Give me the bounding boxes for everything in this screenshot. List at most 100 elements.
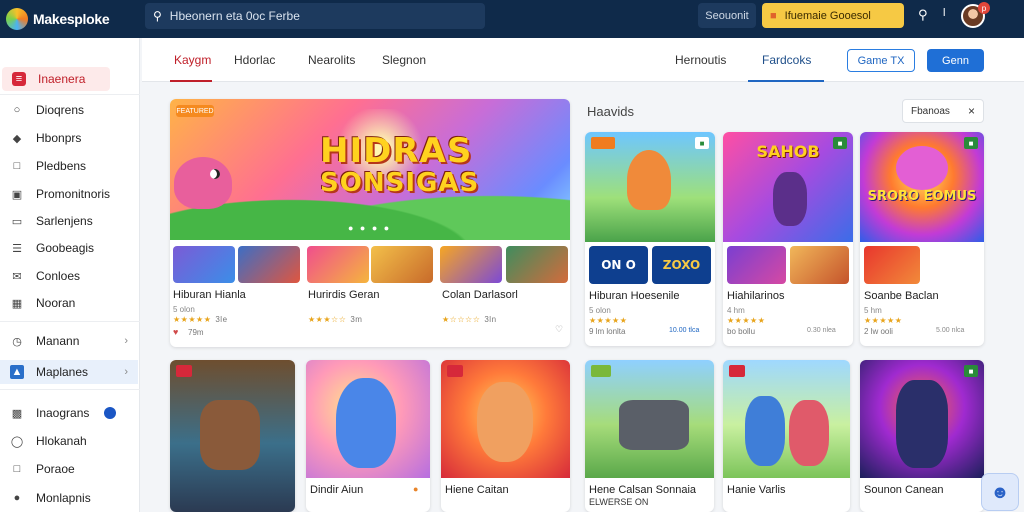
section-title: Haavids [587,104,634,119]
card-rating: ★★★★★ [727,316,766,325]
notification-badge: p [978,2,990,14]
sidebar-item-label: Maplanes [36,365,89,379]
sidebar-item-11[interactable]: ▩ Inaograns [0,401,138,425]
card-chip-left: ON O [589,246,648,284]
tab-0[interactable]: Kaygm [174,53,211,67]
thumbnail[interactable] [506,246,568,283]
game-title[interactable]: Hurirdis Geran [308,289,380,301]
card-corner-badge: ■ [964,137,978,149]
top-filter-button[interactable]: Seouonit [698,3,756,28]
sidebar-item-8[interactable]: ▦ Nooran [0,291,138,315]
active-tab-indicator-right [748,80,824,82]
mail-icon: ✉ [12,270,22,283]
sidebar-item-6[interactable]: ☰ Goobeagis [0,236,138,260]
featured-card[interactable]: FEATURED HIDRAS SONSIGAS ● ● ● ● Hiburan… [170,99,570,347]
promo-button[interactable]: ■ Ifuemaie Gooesol [762,3,904,28]
game-character [627,150,671,210]
sidebar-item-12[interactable]: ◯ Hlokanah [0,429,138,453]
active-tab-indicator [170,80,212,82]
game-rating: ★★★★★ 3le [173,315,228,324]
folder-icon: ▦ [11,297,23,310]
card-corner-badge: ■ [964,365,978,377]
game-meta: 79m [188,328,204,337]
featured-hero-image[interactable]: FEATURED HIDRAS SONSIGAS ● ● ● ● [170,99,570,240]
game-card[interactable]: SRORO EOMUS ■ Soanbe Baclan 5 hm ★★★★★ 2… [860,132,984,346]
card-badge [591,365,611,377]
hero-title-line-2: SONSIGAS [320,168,480,198]
sidebar-item-13[interactable]: □ Poraoe [0,457,138,481]
sidebar-item-3[interactable]: □ Pledbens [0,154,138,178]
card-art-title: SRORO EOMUS [867,189,977,204]
lock-icon: □ [13,463,21,475]
tab-3[interactable]: Slegnon [382,53,426,67]
card-title: Dindir Aiun [310,484,364,496]
chat-assistant-icon[interactable]: ☻ [981,473,1019,511]
game-title[interactable]: Hiburan Hianla [173,289,246,301]
game-card[interactable]: SAHOB ■ Hiahilarinos 4 hm ★★★★★ bo bollu… [723,132,853,346]
sidebar-item-label: Hbonprs [36,131,82,145]
sidebar-divider [0,94,140,95]
search-value: Hbeonern eta 0oc Ferbe [169,9,300,23]
sidebar-item-5[interactable]: ▭ Sarlenjens [0,209,138,233]
card-title: Hiburan Hoesenile [589,290,680,302]
card-price: 5.00 nlca [936,327,965,334]
sidebar-item-label: Pledbens [36,159,87,173]
card-subtitle: 5 olon [589,306,611,315]
promo-label: Ifuemaie Gooesol [784,9,871,22]
heart-icon[interactable]: ♡ [555,324,563,335]
card-meta: bo bollu [727,327,756,336]
filter-chip[interactable]: Fbanoas × [902,99,984,123]
gamepad-icon: ■ [770,9,777,22]
card-chip-right: ZOXO [652,246,711,284]
game-art [723,360,850,478]
game-character [896,146,948,190]
sidebar-item-9[interactable]: ◷ Manann › [0,329,138,353]
sidebar-item-4[interactable]: ▣ Promonitnoris [0,182,138,206]
game-card[interactable]: Hanie Varlis [723,360,850,512]
heart-icon[interactable]: ♥ [173,327,178,337]
sidebar-item-10[interactable]: ▲ Maplanes › [0,360,138,384]
sidebar-item-label: Manann [36,334,80,348]
sidebar-item-7[interactable]: ✉ Conloes [0,264,138,288]
card-badge [176,365,192,377]
game-subtitle: 5 olon [173,305,195,314]
thumbnail[interactable] [371,246,433,283]
game-button[interactable]: Game TX [847,49,915,72]
tab-2[interactable]: Nearolits [308,53,355,67]
thumbnail[interactable] [440,246,502,283]
sidebar-item-2[interactable]: ◆ Hbonprs [0,126,138,150]
game-card[interactable]: ■ Sounon Canean [860,360,984,512]
game-card[interactable]: Dindir Aiun ● [306,360,430,512]
tab-5[interactable]: Fardcoks [762,53,811,67]
search-icon[interactable]: ⚲ [918,7,928,23]
sidebar-item-label: Promonitnoris [36,187,111,201]
sidebar-item-label: Inaograns [36,406,90,420]
game-card[interactable]: Hiene Caitan [441,360,570,512]
game-card[interactable]: ■ ON O ZOXO Hiburan Hoesenile 5 olon ★★★… [585,132,715,346]
game-card[interactable] [170,360,295,512]
sidebar-item-0[interactable]: ≡ Inaenera [2,67,110,91]
sidebar-item-14[interactable]: ● Monlapnis [0,486,138,510]
compass-icon: ○ [13,104,21,116]
app-logo[interactable]: Makesploke [6,8,136,30]
card-chip-left [864,246,920,284]
tab-4[interactable]: Hernoutis [675,53,726,67]
thumbnail[interactable] [238,246,300,283]
primary-button[interactable]: Genn [927,49,984,72]
thumbnail[interactable] [173,246,235,283]
grid-icon: ▩ [11,407,23,420]
game-title[interactable]: Colan Darlasorl [442,289,518,301]
game-card[interactable]: Hene Calsan Sonnaia ELWERSE ON [585,360,714,512]
carousel-dots[interactable]: ● ● ● ● [348,223,391,233]
tab-1[interactable]: Hdorlac [234,53,275,67]
card-title: Soanbe Baclan [864,290,939,302]
help-icon: ◯ [10,435,24,448]
game-art [585,360,714,478]
search-icon: ⚲ [153,9,162,23]
sidebar-item-1[interactable]: ○ Dioqrens [0,98,138,122]
thumbnail[interactable] [307,246,369,283]
card-rating: ★★★★★ [589,316,628,325]
close-icon[interactable]: × [968,104,975,118]
card-title: Hene Calsan Sonnaia [589,484,697,496]
search-input[interactable]: ⚲ Hbeonern eta 0oc Ferbe [145,3,485,29]
